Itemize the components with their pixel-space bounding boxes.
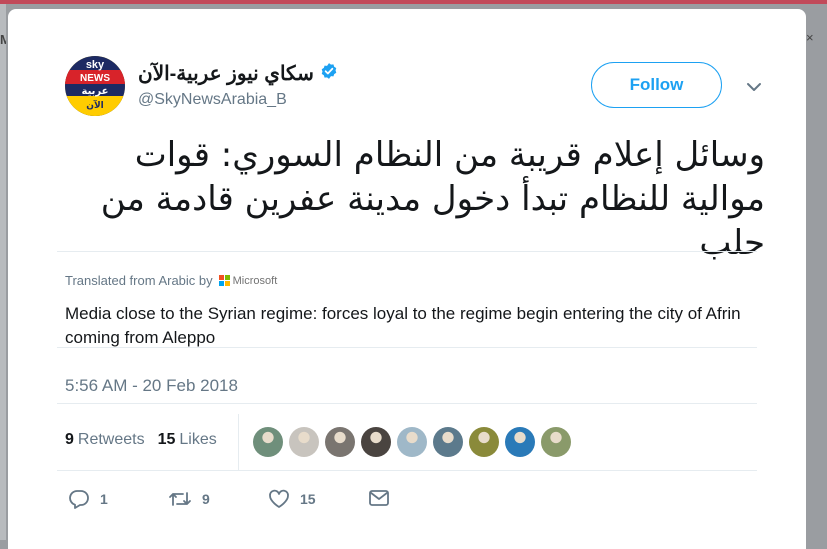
retweets-stat[interactable]: 9 Retweets [65, 431, 145, 449]
background-page-strip [0, 4, 6, 540]
like-count: 15 [300, 491, 316, 507]
likes-count: 15 [157, 431, 176, 448]
tweet-text-line: موالية للنظام تبدأ دخول مدينة عفرين قادم… [100, 179, 765, 219]
stats-separator [238, 414, 239, 470]
liker-avatar[interactable] [541, 427, 571, 457]
close-icon[interactable]: × [806, 30, 827, 45]
avatar[interactable]: sky NEWS عربية الآن [65, 56, 125, 116]
verified-badge-icon [320, 62, 338, 85]
divider [57, 403, 757, 404]
avatar-logo-text: الآن [86, 99, 103, 111]
direct-message-button[interactable] [368, 489, 390, 507]
liker-avatar[interactable] [433, 427, 463, 457]
avatar-logo-text: عربية [82, 86, 109, 97]
retweets-count: 9 [65, 431, 74, 448]
like-button[interactable]: 15 [268, 489, 316, 509]
tweet-text-line: حلب [699, 223, 765, 263]
avatar-logo-text: NEWS [80, 73, 110, 84]
chevron-down-icon[interactable] [745, 81, 763, 93]
microsoft-logo-icon [218, 275, 230, 286]
tweet-text: وسائل إعلام قريبة من النظام السوري: قوات… [65, 133, 765, 265]
divider [57, 347, 757, 348]
browser-top-bar [0, 0, 827, 4]
divider [57, 251, 757, 252]
author-handle[interactable]: @SkyNewsArabia_B [138, 91, 287, 109]
liker-avatar[interactable] [469, 427, 499, 457]
liker-avatar[interactable] [253, 427, 283, 457]
tweet-text-line: وسائل إعلام قريبة من النظام السوري: قوات [134, 135, 765, 175]
reply-count: 1 [100, 491, 108, 507]
retweet-button[interactable]: 9 [168, 489, 210, 509]
translation-label: Translated from Arabic by [65, 273, 213, 288]
liker-avatar[interactable] [361, 427, 391, 457]
avatar-logo-text: sky [86, 59, 105, 71]
liker-avatar[interactable] [505, 427, 535, 457]
follow-button[interactable]: Follow [591, 62, 722, 108]
envelope-icon [369, 490, 389, 506]
reply-icon [69, 490, 89, 509]
tweet-stats: 9 Retweets 15 Likes [65, 431, 217, 449]
tweet-card: sky NEWS عربية الآن سكاي نيوز عربية-الآن… [8, 9, 806, 549]
translation-attribution: Translated from Arabic by Microsoft [65, 273, 277, 288]
translated-text: Media close to the Syrian regime: forces… [65, 304, 741, 347]
likes-stat[interactable]: 15 Likes [158, 431, 217, 449]
author-display-name[interactable]: سكاي نيوز عربية-الآن [138, 61, 314, 86]
divider [57, 470, 757, 471]
retweet-count: 9 [202, 491, 210, 507]
reply-button[interactable]: 1 [68, 489, 108, 509]
background-page-text: M [0, 32, 6, 47]
retweets-label: Retweets [77, 431, 145, 448]
author-name-row[interactable]: سكاي نيوز عربية-الآن [138, 61, 338, 85]
tweet-timestamp[interactable]: 5:56 AM - 20 Feb 2018 [65, 376, 238, 396]
liker-avatars [253, 427, 577, 457]
liker-avatar[interactable] [325, 427, 355, 457]
translation-provider: Microsoft [232, 274, 278, 287]
liker-avatar[interactable] [397, 427, 427, 457]
liker-avatar[interactable] [289, 427, 319, 457]
retweet-icon [169, 492, 191, 506]
heart-icon [269, 489, 289, 508]
likes-label: Likes [179, 431, 217, 448]
